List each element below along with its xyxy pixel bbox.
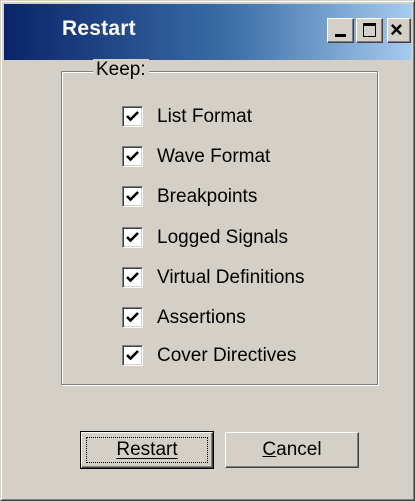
window-title: Restart xyxy=(62,17,136,40)
checkmark-icon xyxy=(126,232,139,243)
checkbox-label: List Format xyxy=(157,106,253,127)
restart-button-label: Restart xyxy=(116,439,178,460)
checkbox-label: Cover Directives xyxy=(157,345,297,366)
checkbox-label: Wave Format xyxy=(157,146,271,167)
maximize-icon xyxy=(363,23,376,37)
cancel-button[interactable]: Cancel xyxy=(225,432,359,468)
checkmark-icon xyxy=(126,312,139,323)
checkbox-label: Logged Signals xyxy=(157,227,288,248)
checkbox-box[interactable] xyxy=(122,186,143,207)
checkmark-icon xyxy=(126,350,139,361)
restart-button[interactable]: Restart xyxy=(80,431,214,469)
checkbox-box[interactable] xyxy=(122,106,143,127)
checkbox-box[interactable] xyxy=(122,227,143,248)
minimize-icon xyxy=(335,34,346,37)
title-bar[interactable]: Restart × xyxy=(4,4,411,60)
restart-dialog: Restart × Keep: List Format Wave Format … xyxy=(0,0,415,501)
close-button[interactable]: × xyxy=(387,18,411,43)
checkmark-icon xyxy=(126,151,139,162)
checkmark-icon xyxy=(126,272,139,283)
checkmark-icon xyxy=(126,191,139,202)
minimize-button[interactable] xyxy=(327,18,354,43)
maximize-button[interactable] xyxy=(356,18,383,43)
cancel-button-label: Cancel xyxy=(262,439,322,460)
checkbox-box[interactable] xyxy=(122,146,143,167)
checkmark-icon xyxy=(126,111,139,122)
checkbox-label: Assertions xyxy=(157,307,246,328)
checkbox-label: Virtual Definitions xyxy=(157,267,305,288)
checkbox-box[interactable] xyxy=(122,345,143,366)
close-icon: × xyxy=(390,17,403,42)
keep-group-label: Keep: xyxy=(93,59,149,81)
checkbox-box[interactable] xyxy=(122,267,143,288)
checkbox-label: Breakpoints xyxy=(157,186,258,207)
checkbox-box[interactable] xyxy=(122,307,143,328)
